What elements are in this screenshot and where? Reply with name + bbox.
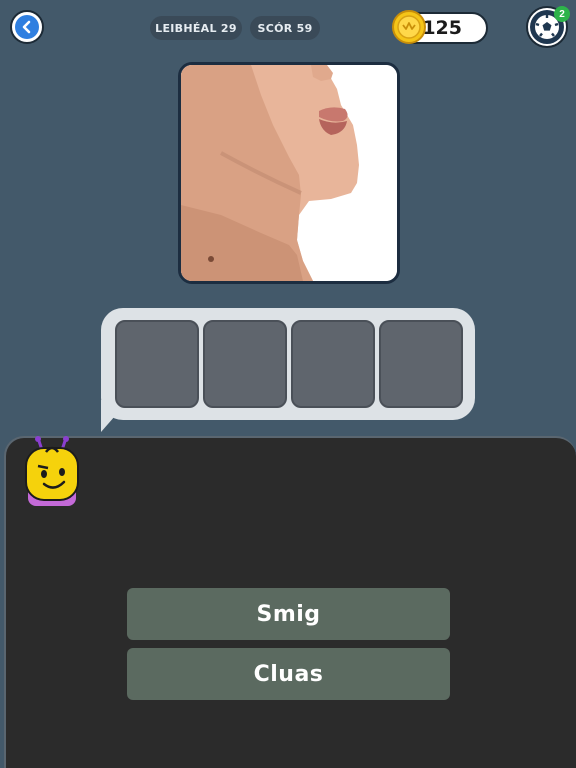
notification-badge: 2: [554, 6, 570, 22]
puzzle-image: [178, 62, 400, 284]
coin-count: 125: [422, 17, 462, 39]
answer-option-button[interactable]: Cluas: [127, 648, 450, 700]
mascot-icon: [22, 436, 82, 510]
answer-option-button[interactable]: Smig: [127, 588, 450, 640]
coin-icon: [391, 9, 427, 45]
letter-slot[interactable]: [115, 320, 199, 408]
letter-slot[interactable]: [379, 320, 463, 408]
back-arrow-icon: [15, 15, 39, 39]
letter-slot[interactable]: [203, 320, 287, 408]
score-indicator: SCÓR 59: [250, 16, 320, 40]
back-button[interactable]: [10, 10, 44, 44]
letter-slot[interactable]: [291, 320, 375, 408]
neck-photo: [181, 65, 397, 281]
letter-slots: [115, 320, 463, 408]
level-indicator: LEIBHÉAL 29: [150, 16, 242, 40]
